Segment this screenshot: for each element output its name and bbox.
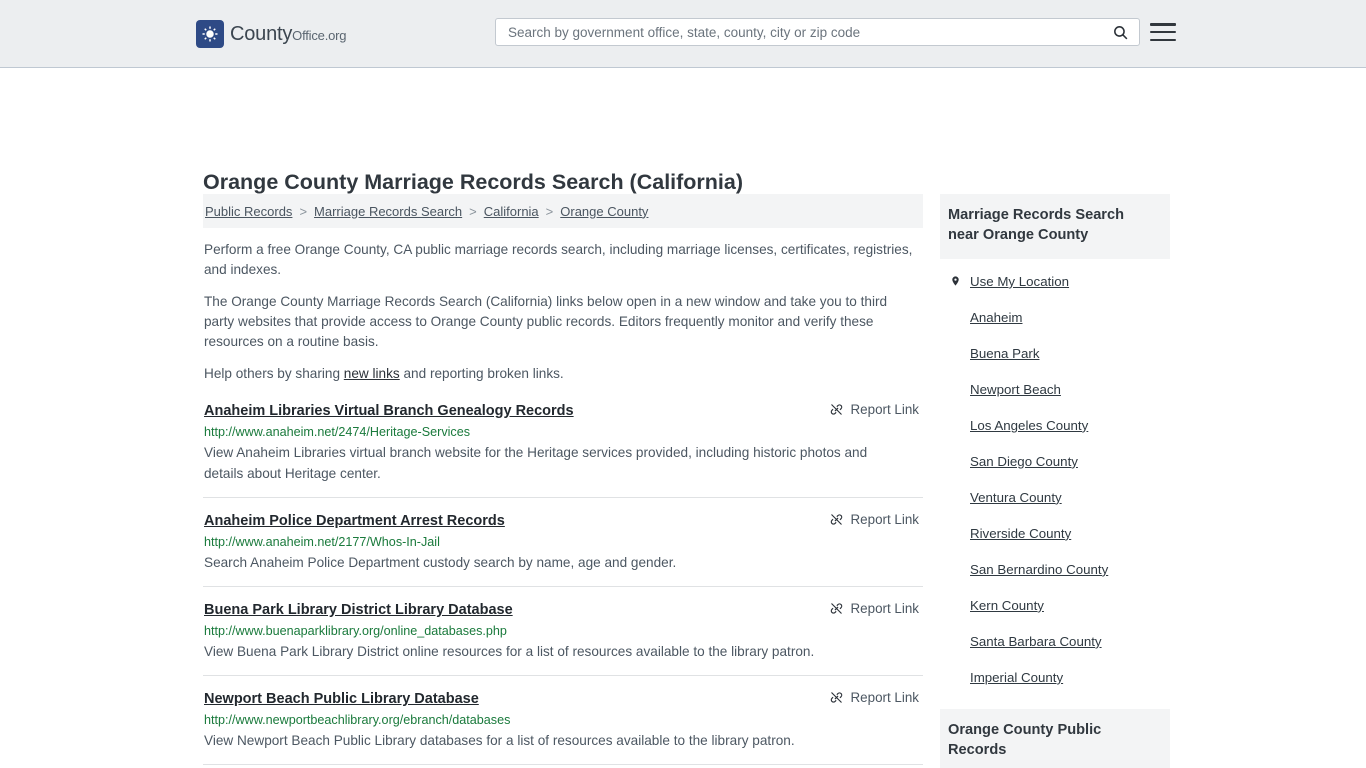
main-content: Public Records > Marriage Records Search… — [203, 194, 923, 768]
intro-paragraph-1: Perform a free Orange County, CA public … — [204, 242, 913, 277]
search-button[interactable] — [1101, 19, 1139, 45]
broken-link-icon — [829, 601, 844, 616]
breadcrumb-item-california[interactable]: California — [484, 204, 539, 219]
result-url: http://www.anaheim.net/2177/Whos-In-Jail — [204, 534, 440, 549]
broken-link-icon — [829, 402, 844, 417]
logo-text-suffix: Office.org — [292, 27, 347, 43]
report-link-label: Report Link — [850, 690, 919, 706]
sidebar-item-kern-county[interactable]: Kern County — [940, 587, 1170, 623]
breadcrumb-item-public-records[interactable]: Public Records — [205, 204, 292, 219]
sidebar-link-label[interactable]: Buena Park — [970, 346, 1039, 361]
result-description: View Buena Park Library District online … — [204, 644, 815, 659]
share-text-after: and reporting broken links. — [399, 365, 564, 381]
sidebar-link-label[interactable]: Los Angeles County — [970, 418, 1088, 433]
report-link-button[interactable]: Report Link — [829, 601, 919, 616]
sidebar-link-label[interactable]: Santa Barbara County — [970, 634, 1102, 649]
sidebar-item-riverside-county[interactable]: Riverside County — [940, 515, 1170, 551]
sidebar-item-san-bernardino-county[interactable]: San Bernardino County — [940, 551, 1170, 587]
results-list: Anaheim Libraries Virtual Branch Genealo… — [203, 402, 923, 768]
result-description: Search Anaheim Police Department custody… — [204, 554, 677, 570]
sidebar-item-buena-park[interactable]: Buena Park — [940, 335, 1170, 371]
sidebar-link-label[interactable]: Anaheim — [970, 310, 1022, 325]
sidebar-link-label[interactable]: Riverside County — [970, 526, 1071, 541]
hamburger-menu-icon[interactable] — [1150, 20, 1176, 44]
report-link-label: Report Link — [850, 601, 919, 616]
sidebar-link-label[interactable]: San Diego County — [970, 454, 1078, 469]
intro-paragraph-2: The Orange County Marriage Records Searc… — [204, 293, 888, 349]
result-description: View Anaheim Libraries virtual branch we… — [204, 444, 868, 481]
broken-link-icon — [829, 690, 844, 705]
sidebar-link-label[interactable]: Kern County — [970, 598, 1044, 613]
result-title-link[interactable]: Buena Park Library District Library Data… — [204, 602, 513, 618]
hamburger-bar — [1150, 38, 1176, 41]
report-link-button[interactable]: Report Link — [829, 402, 919, 417]
result-item: Anaheim Libraries Virtual Branch Genealo… — [203, 402, 923, 498]
search-icon — [1113, 25, 1127, 39]
result-description: View Newport Beach Public Library databa… — [204, 733, 795, 749]
map-pin-icon — [948, 274, 962, 288]
sidebar: Marriage Records Search near Orange Coun… — [940, 194, 1170, 768]
sidebar-link-label[interactable]: San Bernardino County — [970, 562, 1108, 577]
sidebar-item-ventura-county[interactable]: Ventura County — [940, 479, 1170, 515]
intro-paragraph-3: Help others by sharing new links and rep… — [204, 364, 918, 384]
result-title-link[interactable]: Anaheim Police Department Arrest Records — [204, 513, 505, 529]
breadcrumb-item-marriage-records-search[interactable]: Marriage Records Search — [314, 204, 462, 219]
result-title-link[interactable]: Anaheim Libraries Virtual Branch Genealo… — [204, 403, 574, 419]
sidebar-link-label[interactable]: Use My Location — [970, 274, 1069, 289]
logo-text-main: County — [230, 22, 293, 45]
result-url: http://www.newportbeachlibrary.org/ebran… — [204, 713, 511, 728]
sidebar-item-los-angeles-county[interactable]: Los Angeles County — [940, 407, 1170, 443]
result-item: Newport Beach Public Library Database ht… — [203, 690, 923, 766]
logo-icon — [196, 20, 224, 48]
sidebar-panel-title-public-records: Orange County Public Records — [940, 709, 1170, 768]
result-item: Anaheim Police Department Arrest Records… — [203, 512, 923, 587]
site-logo[interactable]: CountyOffice.org — [196, 20, 346, 48]
search-bar[interactable] — [495, 18, 1140, 46]
broken-link-icon — [829, 512, 844, 527]
breadcrumb-separator: > — [299, 203, 308, 219]
sidebar-link-label[interactable]: Imperial County — [970, 670, 1063, 685]
share-text-before: Help others by sharing — [204, 365, 344, 381]
sidebar-nearby-list: Use My Location Anaheim Buena Park Newpo… — [940, 263, 1170, 695]
result-title-link[interactable]: Newport Beach Public Library Database — [204, 691, 479, 707]
breadcrumb-separator: > — [469, 203, 477, 219]
hamburger-bar — [1150, 23, 1176, 26]
new-links-link[interactable]: new links — [344, 366, 400, 381]
result-item: Buena Park Library District Library Data… — [203, 601, 923, 677]
result-url: http://www.buenaparklibrary.org/online_d… — [204, 624, 507, 638]
report-link-label: Report Link — [850, 511, 919, 527]
sidebar-item-san-diego-county[interactable]: San Diego County — [940, 443, 1170, 479]
sidebar-item-imperial-county[interactable]: Imperial County — [940, 659, 1170, 695]
report-link-button[interactable]: Report Link — [829, 512, 919, 527]
hamburger-bar — [1150, 30, 1176, 34]
breadcrumb-item-orange-county[interactable]: Orange County — [560, 204, 648, 219]
result-url: http://www.anaheim.net/2474/Heritage-Ser… — [204, 424, 471, 439]
breadcrumb-separator: > — [545, 203, 554, 219]
search-input[interactable] — [496, 24, 1101, 40]
breadcrumb: Public Records > Marriage Records Search… — [203, 194, 923, 228]
sidebar-link-label[interactable]: Ventura County — [970, 490, 1062, 505]
sidebar-item-use-my-location[interactable]: Use My Location — [940, 263, 1170, 299]
sidebar-item-newport-beach[interactable]: Newport Beach — [940, 371, 1170, 407]
page-title: Orange County Marriage Records Search (C… — [203, 170, 744, 195]
report-link-button[interactable]: Report Link — [829, 690, 919, 705]
site-header: CountyOffice.org — [0, 0, 1366, 68]
sidebar-link-label[interactable]: Newport Beach — [970, 382, 1061, 397]
sidebar-item-santa-barbara-county[interactable]: Santa Barbara County — [940, 623, 1170, 659]
sidebar-panel-title-nearby: Marriage Records Search near Orange Coun… — [940, 194, 1170, 260]
report-link-label: Report Link — [850, 401, 919, 417]
logo-text: CountyOffice.org — [230, 23, 346, 46]
sidebar-item-anaheim[interactable]: Anaheim — [940, 299, 1170, 335]
